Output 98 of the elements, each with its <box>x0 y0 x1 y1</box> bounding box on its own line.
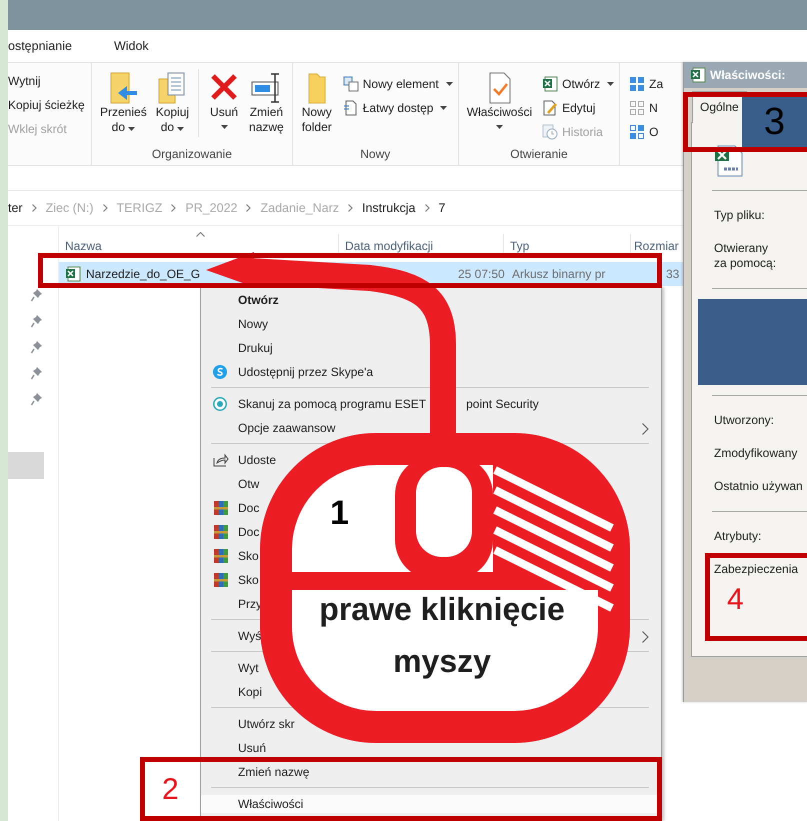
breadcrumb-item[interactable]: 7 <box>438 201 446 215</box>
menu-item[interactable]: Doc <box>201 523 260 541</box>
shield-scan-icon <box>213 397 227 411</box>
grid-icon <box>629 76 646 92</box>
ribbon-tab[interactable]: Widok <box>114 39 149 53</box>
group-title: Nowy <box>359 147 392 161</box>
spreadsheet-file-icon <box>65 266 81 282</box>
dialog-title: Właściwości: <box>684 62 807 88</box>
ribbon-button[interactable]: Kopiuj do <box>152 69 192 137</box>
chevron-icon <box>424 204 430 212</box>
group-title: Organizowanie <box>150 147 233 161</box>
pin-icon[interactable] <box>31 366 43 380</box>
ribbon-button[interactable]: Kopiuj ścieżkę <box>8 93 86 117</box>
ribbon-button[interactable]: O <box>629 120 664 144</box>
history-icon <box>542 124 558 140</box>
step-number: 3 <box>764 100 786 144</box>
field-label: Ostatnio używan <box>714 478 804 495</box>
ribbon-button[interactable]: Nowy element <box>342 72 453 96</box>
step-number: 2 <box>162 773 179 807</box>
archive-icon <box>213 524 229 540</box>
breadcrumb-item[interactable]: ter <box>8 201 23 215</box>
ribbon-button[interactable]: Zmień nazwę <box>246 69 287 137</box>
menu-item[interactable]: Sko <box>201 547 259 565</box>
menu-item[interactable]: Otw <box>201 475 260 493</box>
file-type: Arkusz binarny pr <box>512 267 606 281</box>
document-icon <box>342 100 359 116</box>
grid-icon <box>629 124 646 140</box>
ribbon-button[interactable]: Wytnij <box>8 69 86 93</box>
menu-item[interactable]: Opcje zaawansow <box>201 419 336 437</box>
pin-icon[interactable] <box>31 288 43 302</box>
file-date: 25 07:50 <box>458 267 505 281</box>
caret-icon <box>128 127 136 131</box>
chevron-icon <box>102 204 108 212</box>
caret-icon <box>440 106 448 110</box>
sort-caret-icon <box>196 232 205 237</box>
field-label: Atrybuty: <box>714 528 762 545</box>
submenu-chevron-icon[interactable] <box>642 423 649 435</box>
menu-item[interactable]: Skanuj za pomocą programu ESET point Security <box>201 395 539 413</box>
ribbon-button[interactable]: Właściwości <box>464 69 536 131</box>
ribbon-button[interactable]: Edytuj <box>542 96 614 120</box>
ribbon-button[interactable]: Nowy folder <box>298 69 336 137</box>
menu-item[interactable]: Zmień nazwę <box>201 763 310 781</box>
menu-item[interactable]: Udostępnij przez Skype'a <box>201 363 374 381</box>
menu-item[interactable]: Usuń <box>201 739 266 757</box>
menu-item[interactable]: Kopi <box>201 683 262 701</box>
column-header[interactable]: Typ <box>504 234 631 256</box>
chevron-icon <box>246 204 252 212</box>
file-name: Narzedzie_do_OE_G <box>86 267 200 281</box>
column-header[interactable]: Data modyfikacji <box>339 234 504 256</box>
field-label: Zabezpieczenia <box>714 561 800 578</box>
ribbon-button[interactable]: N <box>629 96 664 120</box>
menu-item[interactable]: Wyt <box>201 659 259 677</box>
skype-icon <box>213 365 227 379</box>
column-header[interactable]: Nazwa <box>59 234 339 256</box>
caret-icon <box>496 125 503 129</box>
menu-item[interactable]: Utwórz skr <box>201 715 295 733</box>
menu-item[interactable]: Nowy <box>201 315 268 333</box>
caret-icon <box>607 82 614 86</box>
pin-icon[interactable] <box>31 392 43 406</box>
spreadsheet-icon <box>542 76 558 92</box>
ribbon-tab[interactable]: ostępnianie <box>8 39 72 53</box>
chevron-icon <box>171 204 176 212</box>
ribbon-button[interactable]: Otwórz <box>542 72 614 96</box>
archive-icon <box>213 548 229 564</box>
submenu-chevron-icon[interactable] <box>642 631 649 643</box>
field-label: Zmodyfikowany <box>714 445 798 462</box>
chevron-icon <box>32 204 37 212</box>
caret-icon <box>220 125 228 129</box>
spreadsheet-icon <box>690 67 706 83</box>
menu-item[interactable]: Doc <box>201 499 260 517</box>
archive-icon <box>213 500 229 516</box>
field-label: Utworzony: <box>714 412 776 429</box>
chevron-icon <box>348 204 353 212</box>
menu-item[interactable]: Otwórz <box>201 291 279 309</box>
step-number: 1 <box>330 494 349 533</box>
edit-icon <box>542 100 558 116</box>
new-item-icon <box>342 76 359 92</box>
ribbon-button[interactable]: Za <box>629 72 664 96</box>
ribbon-button[interactable]: Przenieś do <box>97 69 150 137</box>
ribbon-button[interactable]: Usuń <box>205 69 244 131</box>
file-size: 33 <box>666 267 680 281</box>
caret-icon <box>446 82 453 86</box>
share-icon <box>213 453 229 467</box>
mouse-caption: prawe kliknięcie myszy <box>318 590 566 681</box>
group-title: Otwieranie <box>509 147 569 161</box>
field-label: Typ pliku: <box>714 207 766 224</box>
menu-item[interactable]: Udoste <box>201 451 276 469</box>
nav-item-highlight <box>8 452 44 479</box>
breadcrumb-item[interactable]: Instrukcja <box>362 201 416 215</box>
pin-icon[interactable] <box>31 340 43 354</box>
pin-icon[interactable] <box>31 314 43 328</box>
menu-item[interactable]: Sko <box>201 571 259 589</box>
menu-item[interactable]: Drukuj <box>201 339 273 357</box>
ribbon-button[interactable]: Łatwy dostęp <box>342 96 453 120</box>
archive-icon <box>213 572 229 588</box>
step-number: 4 <box>727 583 744 617</box>
grid-icon <box>629 100 646 116</box>
caret-icon <box>177 127 184 131</box>
